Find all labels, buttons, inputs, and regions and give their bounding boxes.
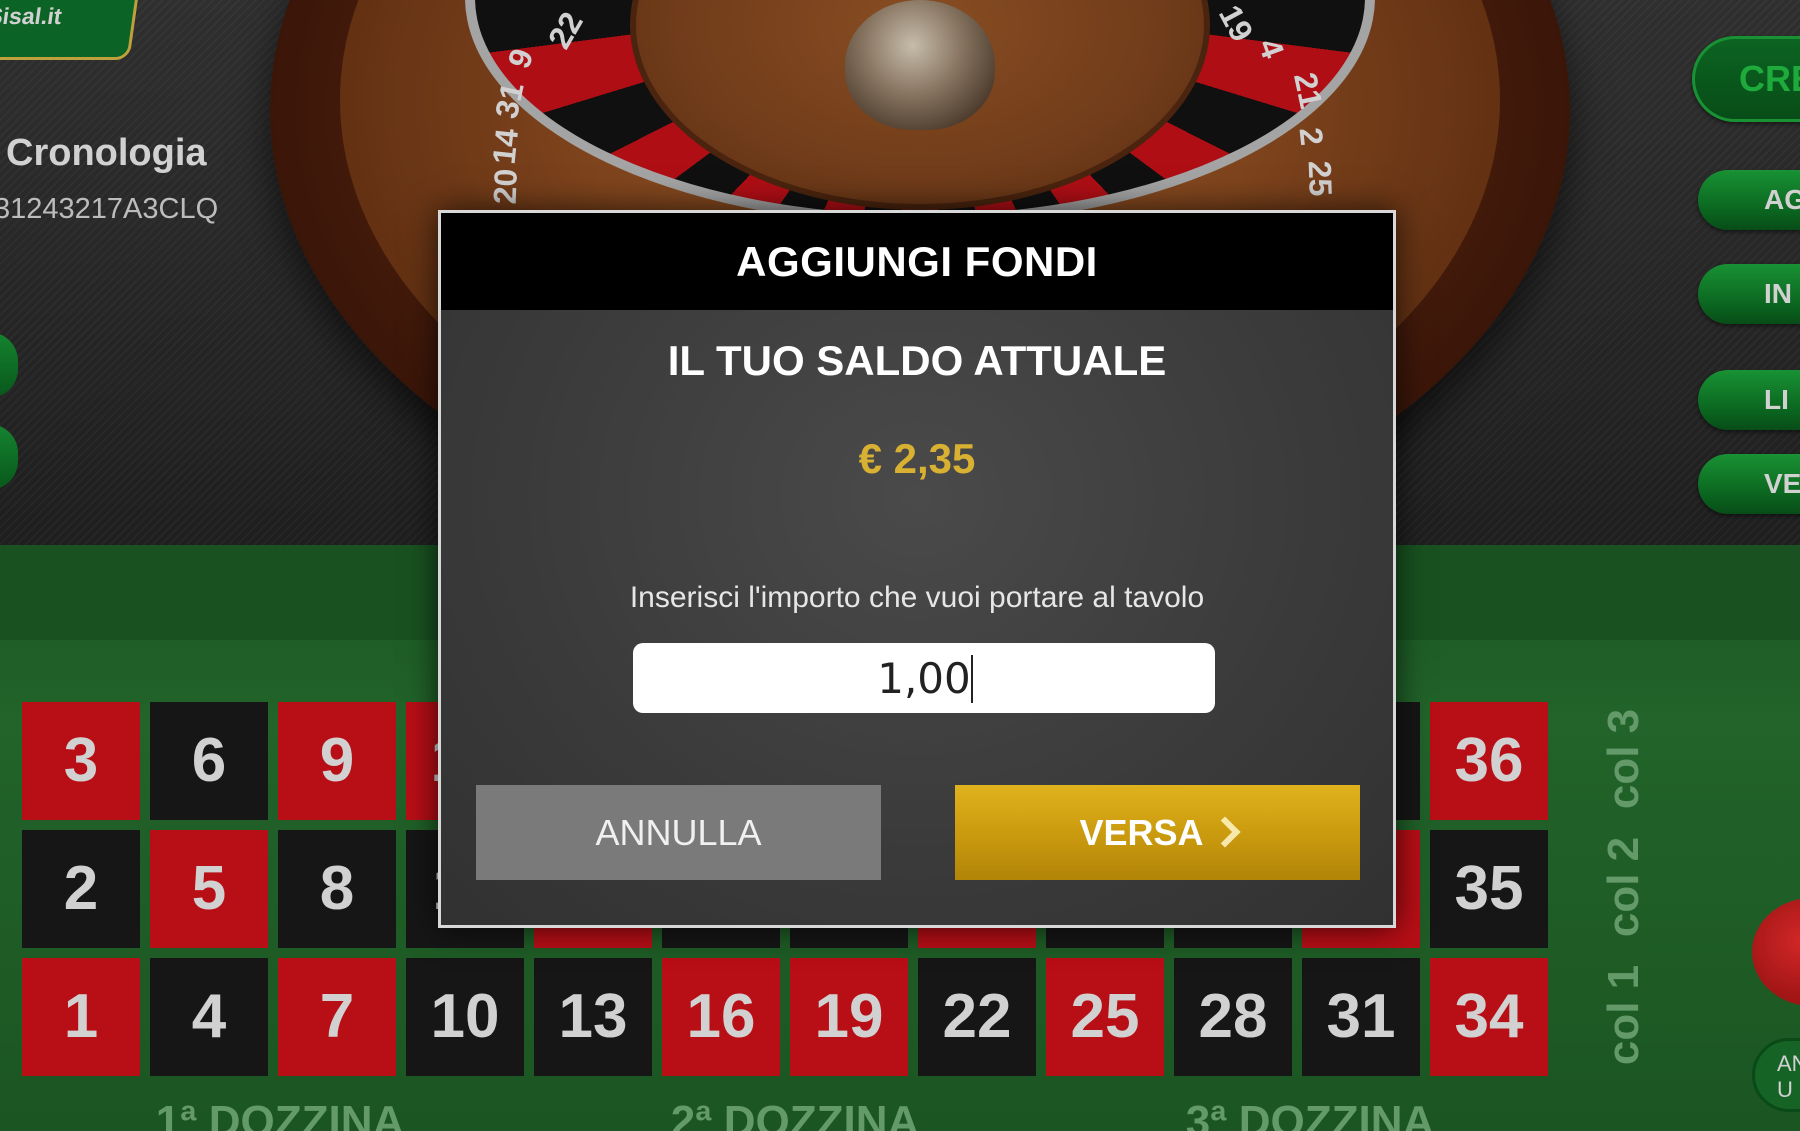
text-caret: [971, 655, 973, 703]
cancel-button[interactable]: ANNULLA: [476, 785, 881, 880]
add-funds-dialog: AGGIUNGI FONDI IL TUO SALDO ATTUALE € 2,…: [438, 210, 1396, 928]
deposit-label: VERSA: [1079, 812, 1204, 853]
amount-instruction: Inserisci l'importo che vuoi portare al …: [629, 581, 1205, 614]
cancel-label: ANNULLA: [595, 812, 762, 853]
amount-input[interactable]: [633, 643, 1215, 713]
chevron-right-icon: [1208, 816, 1241, 848]
deposit-button[interactable]: VERSA: [955, 785, 1360, 880]
balance-value: € 2,35: [858, 435, 976, 482]
balance-label: IL TUO SALDO ATTUALE: [667, 337, 1167, 384]
dialog-title: AGGIUNGI FONDI: [441, 213, 1393, 310]
